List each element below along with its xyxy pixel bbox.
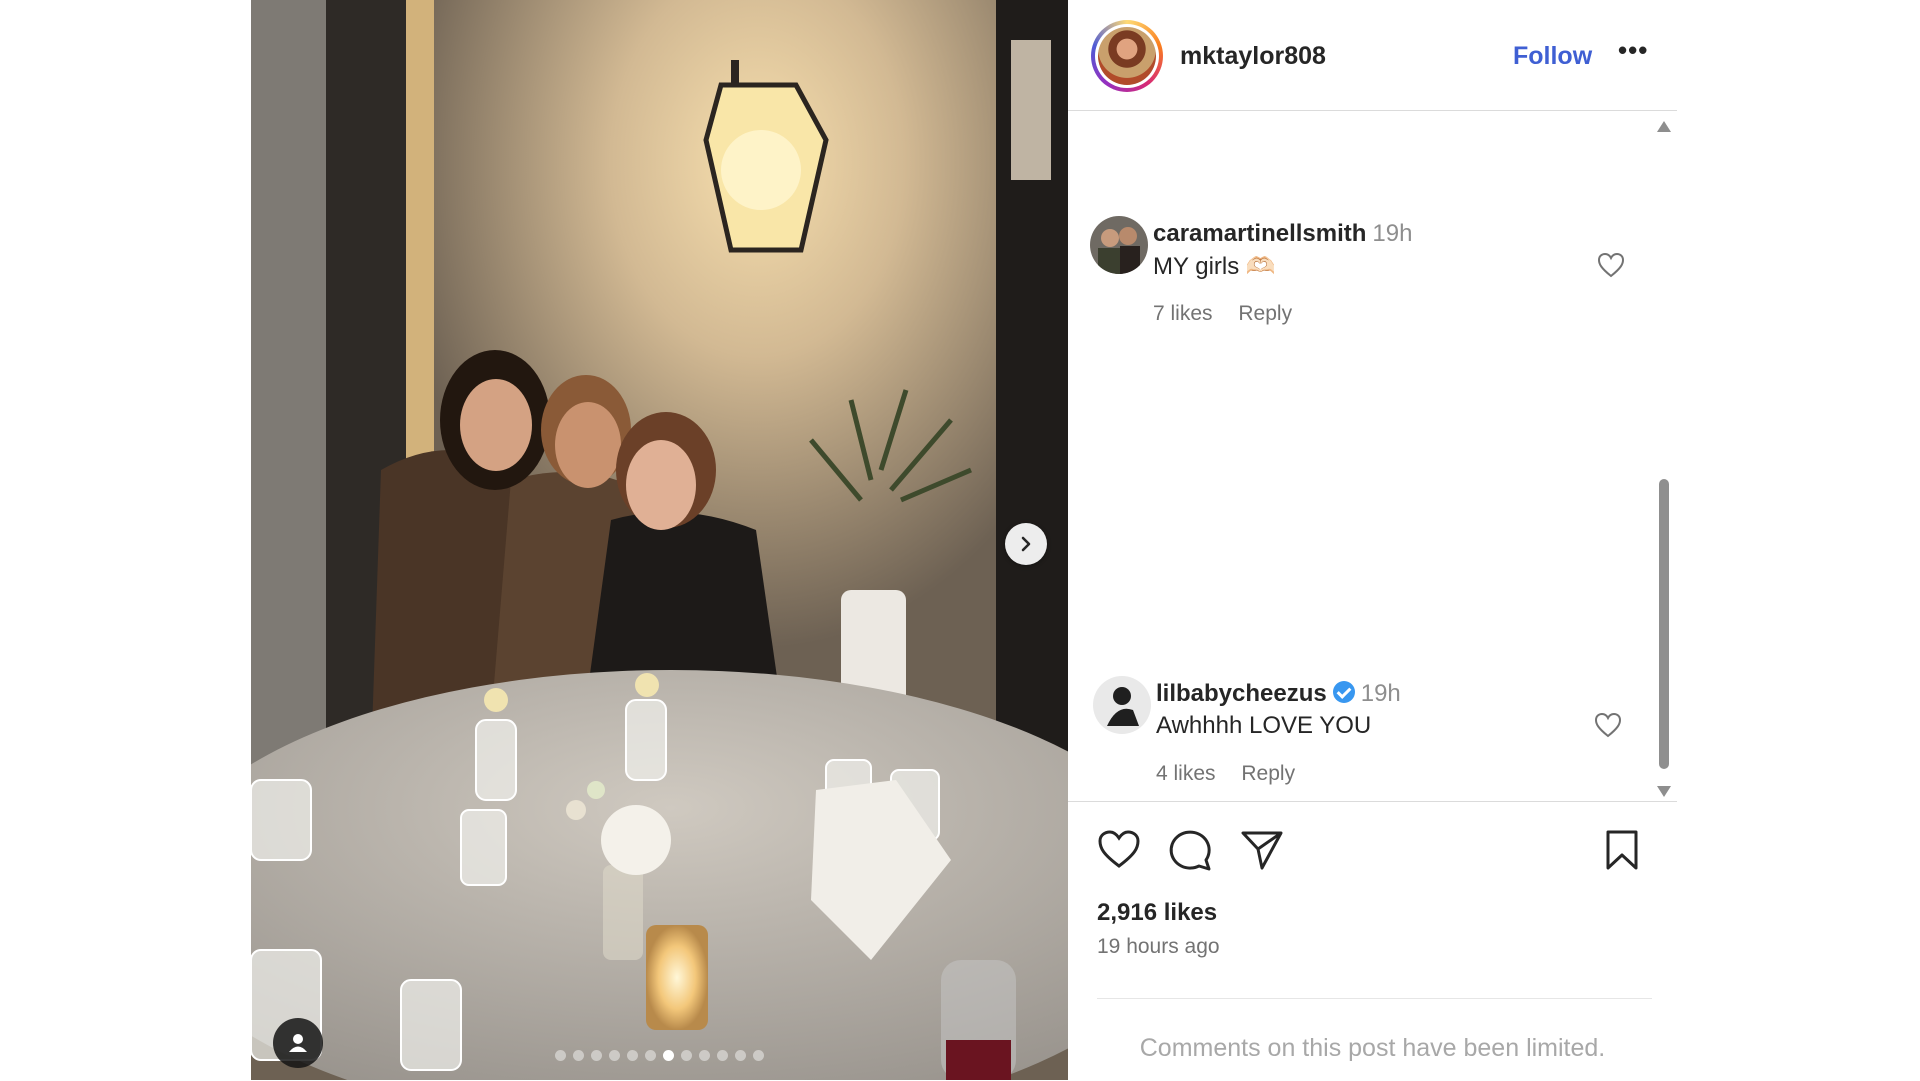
comment-meta: 7 likes Reply [1153,302,1312,326]
comment-text: Awhhhh LOVE YOU [1156,712,1372,739]
comment-text: MY girls 🫶🏻 [1153,253,1276,280]
carousel-dot [627,1050,638,1061]
author-username[interactable]: mktaylor808 [1180,42,1326,71]
post-timestamp[interactable]: 19 hours ago [1097,935,1220,959]
save-button[interactable] [1604,829,1640,876]
commenter-username[interactable]: caramartinellsmith 19h [1153,220,1412,248]
heart-icon [1597,252,1625,278]
verified-badge-icon [1332,681,1355,703]
comments-list[interactable]: caramartinellsmith 19h MY girls 🫶🏻 7 like… [1068,111,1677,801]
post-photo[interactable] [251,0,1068,1080]
likes-count[interactable]: 2,916 likes [1097,899,1217,927]
heart-icon [1594,712,1622,738]
reply-button[interactable]: Reply [1241,762,1295,785]
follow-button[interactable]: Follow [1513,42,1592,71]
commenter-avatar[interactable] [1093,676,1151,734]
comment-like-button[interactable] [1597,252,1625,283]
carousel-dot [591,1050,602,1061]
carousel-dot [699,1050,710,1061]
carousel-dots [251,1050,1068,1061]
carousel-dot [609,1050,620,1061]
carousel-dot [681,1050,692,1061]
comment-likes[interactable]: 4 likes [1156,762,1216,785]
comment-time: 19h [1372,220,1413,247]
carousel-dot [663,1050,674,1061]
carousel-dot [573,1050,584,1061]
share-button[interactable] [1240,829,1284,876]
carousel-dot [735,1050,746,1061]
comments-scrollbar[interactable] [1657,121,1671,801]
commenter-avatar[interactable] [1090,216,1148,274]
comment-button[interactable] [1168,829,1212,876]
more-options-button[interactable]: ••• [1618,37,1648,63]
bookmark-icon [1606,830,1638,870]
comment-icon [1169,830,1211,871]
carousel-dot [645,1050,656,1061]
heart-icon [1098,830,1140,868]
chevron-right-icon [1021,536,1031,552]
reply-button[interactable]: Reply [1238,302,1292,325]
comment-meta: 4 likes Reply [1156,762,1315,786]
share-icon [1241,831,1283,870]
carousel-dot [555,1050,566,1061]
carousel-dot [717,1050,728,1061]
comment-item: lilbabycheezus 19h Awhhhh LOVE YOU 4 like… [1068,676,1648,786]
commenter-username[interactable]: lilbabycheezus 19h [1156,680,1401,708]
post-side-panel: mktaylor808 Follow ••• caramartinellsmit… [1068,0,1677,1080]
comment-like-button[interactable] [1594,712,1622,743]
post-dialog: mktaylor808 Follow ••• caramartinellsmit… [251,0,1677,1080]
post-header: mktaylor808 Follow ••• [1068,0,1677,111]
scrollbar-thumb[interactable] [1659,479,1669,769]
next-photo-button[interactable] [1005,523,1047,565]
post-actions: 2,916 likes 19 hours ago Comments on thi… [1068,801,1677,1081]
comment-time: 19h [1360,680,1401,707]
carousel-dot [753,1050,764,1061]
like-button[interactable] [1097,829,1141,874]
author-avatar[interactable] [1091,20,1163,92]
comment-likes[interactable]: 7 likes [1153,302,1213,325]
scroll-up-arrow-icon[interactable] [1657,121,1671,132]
scroll-down-arrow-icon[interactable] [1657,786,1671,797]
divider [1097,998,1652,999]
comments-limited-notice: Comments on this post have been limited. [1139,1034,1606,1062]
comment-item: caramartinellsmith 19h MY girls 🫶🏻 7 like… [1068,216,1648,326]
photo-scene [251,0,1068,1080]
